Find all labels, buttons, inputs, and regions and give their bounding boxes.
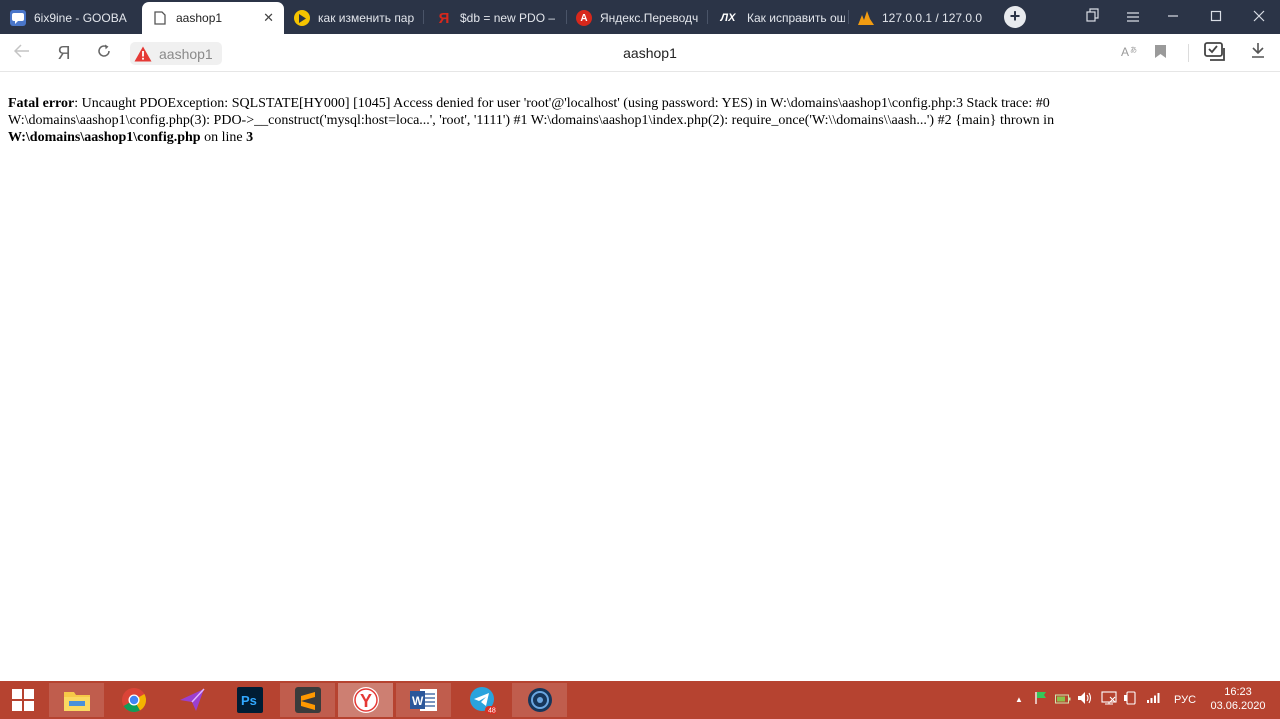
error-on-line: on line [200,130,247,145]
close-window-icon[interactable] [1248,6,1270,28]
windows-logo-icon [12,689,34,711]
tab-db-new-pdo[interactable]: Я $db = new PDO – [426,2,564,34]
tab-phpmyadmin[interactable]: 127.0.0.1 / 127.0.0 [848,2,984,34]
yandex-browser-icon[interactable]: Y [338,683,393,717]
address-bar-row: Я aashop1 aashop1 Aあ [0,34,1280,72]
warning-triangle-icon [134,45,152,63]
telegram-icon[interactable]: 48 [454,683,509,717]
reload-icon[interactable] [93,42,115,64]
maximize-icon[interactable] [1205,6,1227,28]
signal-icon[interactable] [1144,691,1162,709]
error-line-number: 3 [246,130,254,145]
php-error-message: Fatal error: Uncaught PDOException: SQLS… [8,95,1158,146]
svg-text:Ps: Ps [241,693,257,708]
tab-aashop1[interactable]: aashop1 ✕ [142,2,284,34]
photoshop-icon[interactable]: Ps [222,683,277,717]
word-icon[interactable]: W [396,683,451,717]
tab-title: 6ix9ine - GOOBA [34,11,127,25]
error-text: : Uncaught PDOException: SQLSTATE[HY000]… [8,96,1055,128]
windows-taskbar: Ps Y W 48 ▲ РУС 16:23 03.06.2020 [0,681,1280,719]
tab-overview-icon[interactable] [1082,6,1104,28]
sublime-text-icon[interactable] [280,683,335,717]
error-file: W:\domains\aashop1\config.php [8,130,201,145]
chat-icon [10,10,26,26]
page-icon [152,10,168,26]
downloads-icon[interactable] [1247,42,1269,64]
file-explorer-icon[interactable] [49,683,104,717]
tab-kak-izmenit[interactable]: как изменить пар [284,2,420,34]
tab-title: Как исправить ош [747,11,845,25]
translate-icon: A [576,10,592,26]
browser-tab-strip: 6ix9ine - GOOBA aashop1 ✕ как изменить п… [0,0,1280,34]
collections-icon[interactable] [1204,42,1226,64]
page-title: aashop1 [623,45,677,61]
minimize-icon[interactable] [1162,6,1184,28]
volume-icon[interactable] [1076,691,1094,709]
toolbar-divider [1188,44,1189,62]
yandex-icon: Я [438,9,450,27]
show-hidden-icons-icon[interactable]: ▲ [1012,691,1026,709]
system-clock[interactable]: 16:23 03.06.2020 [1204,685,1272,713]
phpmyadmin-icon [858,10,874,26]
address-host: aashop1 [159,45,213,62]
telegram-badge: 48 [488,708,496,715]
tab-title: Яндекс.Переводч [600,11,699,25]
site-warning-badge[interactable]: aashop1 [130,42,222,65]
battery-icon[interactable] [1054,691,1072,709]
tab-title: aashop1 [176,11,223,25]
chrome-icon[interactable] [106,683,161,717]
error-label: Fatal error [8,96,75,111]
svg-text:Y: Y [360,691,372,711]
menu-icon[interactable] [1122,6,1144,28]
send-icon[interactable] [164,683,219,717]
network-icon[interactable] [1100,691,1118,709]
yandex-logo-icon[interactable]: Я [53,42,75,64]
tab-yandex-translate[interactable]: A Яндекс.Переводч [566,2,704,34]
tab-separator [423,10,424,24]
flag-icon[interactable] [1032,691,1050,709]
new-tab-button[interactable]: + [1004,6,1026,28]
lx-icon: ЛХ [720,12,736,24]
play-icon [294,10,310,26]
clock-date: 03.06.2020 [1210,700,1266,712]
back-arrow-icon[interactable] [11,42,33,64]
device-icon[interactable] [1122,691,1140,709]
svg-text:W: W [412,694,424,708]
svg-text:あ: あ [1130,46,1137,54]
tab-title: 127.0.0.1 / 127.0.0 [882,11,983,25]
bookmark-icon[interactable] [1149,42,1171,64]
close-tab-icon[interactable]: ✕ [263,10,274,26]
language-indicator[interactable]: РУС [1168,691,1202,709]
start-button[interactable] [0,683,46,717]
tab-title: как изменить пар [318,11,415,25]
tab-kak-ispravit[interactable]: ЛХ Как исправить ош [707,2,845,34]
svg-text:A: A [1121,45,1129,58]
clock-time: 16:23 [1224,686,1252,698]
steam-icon[interactable] [512,683,567,717]
tab-title: $db = new PDO – [460,11,556,25]
tab-6ix9ine-gooba[interactable]: 6ix9ine - GOOBA [0,2,140,34]
translate-page-icon[interactable]: Aあ [1118,42,1140,64]
